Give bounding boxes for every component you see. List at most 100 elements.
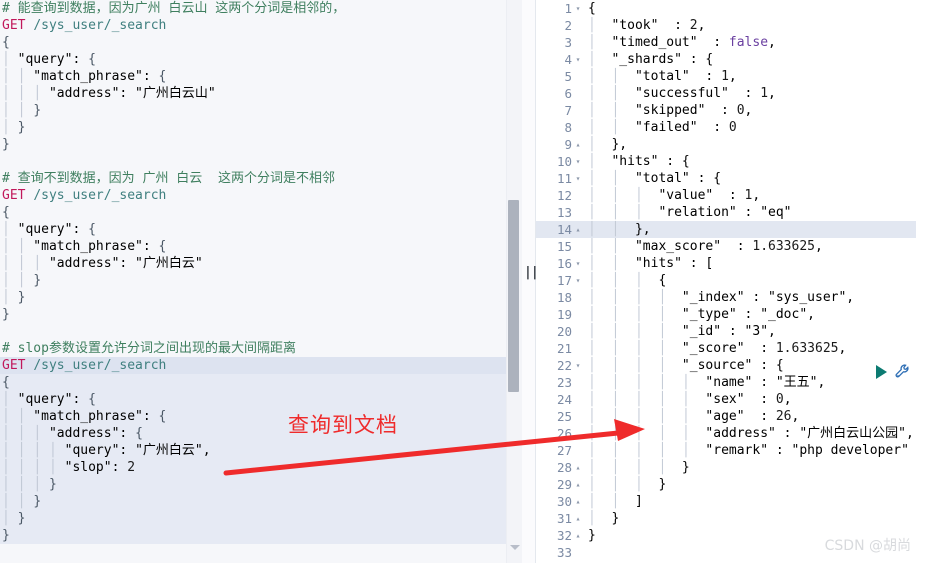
request-body-line[interactable]: │ "query": { [0, 221, 506, 238]
request-body-line[interactable]: { [0, 34, 506, 51]
line-number: 2 [564, 18, 572, 33]
result-line-text: │ │ ] [588, 494, 643, 509]
result-line-text: } [588, 528, 596, 543]
fold-toggle-icon[interactable]: ▴ [572, 476, 584, 493]
request-body-line[interactable]: │ } [0, 289, 506, 306]
request-line[interactable]: GET /sys_user/_search [0, 357, 506, 374]
fold-toggle-icon[interactable]: ▾ [572, 255, 584, 272]
result-line-text: │ }, [588, 137, 628, 152]
request-body-line[interactable]: │ │ │ "address": "广州白云山" [0, 85, 506, 102]
request-body-line[interactable]: } [0, 306, 506, 323]
editor-scrollbar-thumb[interactable] [508, 200, 519, 392]
fold-toggle-icon[interactable]: ▾ [572, 153, 584, 170]
request-body-line[interactable]: │ │ │ } [0, 476, 506, 493]
fold-toggle-icon[interactable]: ▴ [572, 459, 584, 476]
line-number: 23 [556, 375, 572, 390]
line-number: 32 [556, 528, 572, 543]
result-line[interactable]: 5 │ │ "total" : 1, [536, 68, 925, 85]
result-line[interactable]: 12 │ │ │ "value" : 1, [536, 187, 925, 204]
result-line[interactable]: 3 │ "timed_out" : false, [536, 34, 925, 51]
result-line-text: │ │ │ │ │ "remark" : "php developer" [588, 443, 909, 458]
result-line[interactable]: 4 ▾ │ "_shards" : { [536, 51, 925, 68]
result-line[interactable]: 7 │ │ "skipped" : 0, [536, 102, 925, 119]
line-number: 3 [564, 35, 572, 50]
result-line[interactable]: 26 │ │ │ │ │ "address" : "广州白云山公园", [536, 425, 925, 442]
request-body-line[interactable]: │ } [0, 119, 506, 136]
result-line-text: │ "timed_out" : false, [588, 35, 776, 50]
fold-toggle-icon[interactable]: ▴ [572, 510, 584, 527]
request-body-line[interactable]: { [0, 204, 506, 221]
play-icon[interactable] [876, 364, 887, 379]
result-line-text: │ │ "max_score" : 1.633625, [588, 239, 823, 254]
fold-toggle-icon[interactable]: ▾ [572, 0, 584, 17]
result-line[interactable]: 2 │ "took" : 2, [536, 17, 925, 34]
result-line-text: │ "hits" : { [588, 154, 690, 169]
request-body-line[interactable]: │ │ } [0, 102, 506, 119]
result-line[interactable]: 29 ▴ │ │ │ } [536, 476, 925, 493]
result-line[interactable]: 27 │ │ │ │ │ "remark" : "php developer" [536, 442, 925, 459]
request-body-line[interactable]: │ } [0, 510, 506, 527]
result-line[interactable]: 14 ▴ │ │ }, [536, 221, 925, 238]
result-line[interactable]: 21 │ │ │ │ "_score" : 1.633625, [536, 340, 925, 357]
result-line[interactable]: 10 ▾ │ "hits" : { [536, 153, 925, 170]
fold-toggle-icon[interactable]: ▴ [572, 136, 584, 153]
request-body-line[interactable]: │ "query": { [0, 51, 506, 68]
result-line[interactable]: 15 │ │ "max_score" : 1.633625, [536, 238, 925, 255]
request-body-line[interactable]: │ │ │ "address": "广州白云" [0, 255, 506, 272]
response-result-pane[interactable]: 1 ▾{2 │ "took" : 2, 3 │ "timed_out" : false,… [536, 0, 925, 563]
request-line[interactable]: GET /sys_user/_search [0, 187, 506, 204]
result-line[interactable]: 6 │ │ "successful" : 1, [536, 85, 925, 102]
fold-toggle-icon[interactable]: ▴ [572, 527, 584, 544]
request-body-line[interactable]: │ │ │ │ "slop": 2 [0, 459, 506, 476]
line-number: 28 [556, 460, 572, 475]
fold-toggle-icon[interactable]: ▾ [572, 51, 584, 68]
line-number: 14 [556, 222, 572, 237]
result-line[interactable]: 17 ▾ │ │ │ { [536, 272, 925, 289]
wrench-icon[interactable] [894, 363, 911, 380]
request-code-area[interactable]: # 能查询到数据，因为广州 白云山 这两个分词是相邻的， GET /sys_use… [0, 0, 506, 563]
result-line-text: │ │ │ │ "_score" : 1.633625, [588, 341, 847, 356]
fold-toggle-icon[interactable]: ▾ [572, 170, 584, 187]
request-line[interactable]: GET /sys_user/_search [0, 17, 506, 34]
request-body-line[interactable]: │ │ │ │ "query": "广州白云", [0, 442, 506, 459]
result-line[interactable]: 1 ▾ { [536, 0, 925, 17]
line-number: 12 [556, 188, 572, 203]
result-line[interactable]: 31 ▴ │ } [536, 510, 925, 527]
result-line[interactable]: 28 ▴ │ │ │ │ } [536, 459, 925, 476]
pane-divider[interactable] [522, 0, 536, 563]
result-line[interactable]: 16 ▾ │ │ "hits" : [ [536, 255, 925, 272]
line-number: 26 [556, 426, 572, 441]
response-code-area[interactable]: 1 ▾{2 │ "took" : 2, 3 │ "timed_out" : false,… [536, 0, 925, 561]
result-line[interactable]: 25 │ │ │ │ │ "age" : 26, [536, 408, 925, 425]
request-body-line[interactable]: │ │ "match_phrase": { [0, 238, 506, 255]
request-editor-pane[interactable]: # 能查询到数据，因为广州 白云山 这两个分词是相邻的， GET /sys_use… [0, 0, 506, 563]
request-body-line[interactable]: } [0, 527, 506, 544]
result-line-text: │ │ "skipped" : 0, [588, 103, 753, 118]
result-line[interactable]: 30 ▴ │ │ ] [536, 493, 925, 510]
result-line[interactable]: 13 │ │ │ "relation" : "eq" [536, 204, 925, 221]
request-body-line[interactable]: │ │ "match_phrase": { [0, 408, 506, 425]
result-line[interactable]: 11 ▾ │ │ "total" : { [536, 170, 925, 187]
fold-toggle-icon[interactable]: ▴ [572, 221, 584, 238]
request-body-line[interactable]: │ │ │ "address": { [0, 425, 506, 442]
result-line[interactable]: 19 │ │ │ │ "_type" : "_doc", [536, 306, 925, 323]
line-number: 29 [556, 477, 572, 492]
comment-line: # 能查询到数据，因为广州 白云山 这两个分词是相邻的， [2, 1, 346, 16]
result-line[interactable]: 20 │ │ │ │ "_id" : "3", [536, 323, 925, 340]
request-body-line[interactable]: │ │ } [0, 493, 506, 510]
fold-toggle-icon[interactable]: ▴ [572, 493, 584, 510]
request-body-line[interactable]: } [0, 136, 506, 153]
request-body-line[interactable]: │ "query": { [0, 391, 506, 408]
editor-action-icons[interactable] [861, 363, 911, 380]
result-line[interactable]: 18 │ │ │ │ "_index" : "sys_user", [536, 289, 925, 306]
request-body-line[interactable]: │ │ } [0, 272, 506, 289]
result-line[interactable]: 8 │ │ "failed" : 0 [536, 119, 925, 136]
scroll-down-arrow-icon[interactable] [510, 545, 520, 550]
result-line[interactable]: 9 ▴ │ }, [536, 136, 925, 153]
result-line[interactable]: 24 │ │ │ │ │ "sex" : 0, [536, 391, 925, 408]
request-body-line[interactable]: │ │ "match_phrase": { [0, 68, 506, 85]
fold-toggle-icon[interactable]: ▾ [572, 357, 584, 374]
request-body-line[interactable]: { [0, 374, 506, 391]
fold-toggle-icon[interactable]: ▾ [572, 272, 584, 289]
result-line-text: │ │ │ │ "_type" : "_doc", [588, 307, 815, 322]
